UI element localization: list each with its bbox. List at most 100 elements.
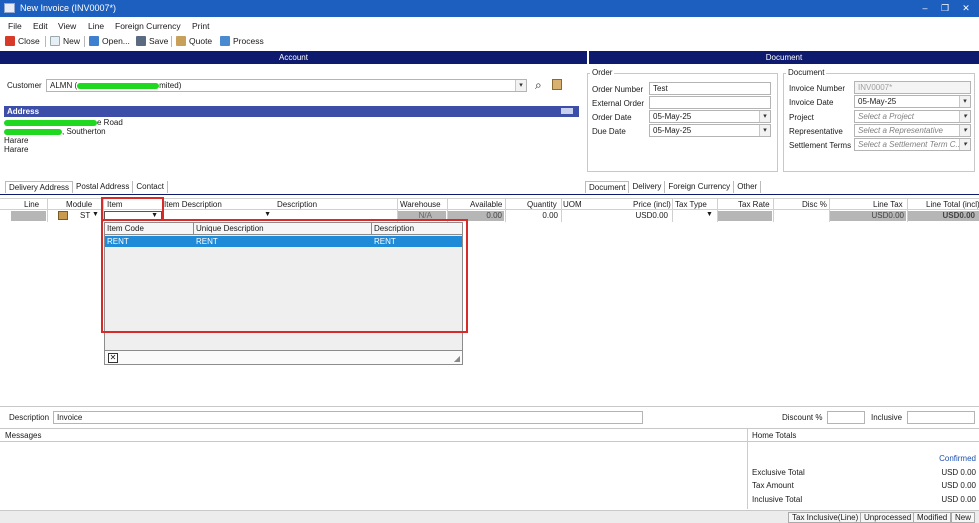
representative-label: Representative: [789, 127, 843, 136]
project-select[interactable]: Select a Project ▾: [854, 110, 971, 123]
col-line-total[interactable]: Line Total (incl): [926, 200, 979, 209]
menu-view[interactable]: View: [58, 21, 76, 31]
chevron-down-icon[interactable]: ▾: [959, 96, 970, 107]
col-uom[interactable]: UOM: [563, 200, 582, 209]
open-button[interactable]: Open...: [89, 36, 130, 46]
chevron-down-icon[interactable]: ▾: [759, 111, 770, 122]
col-tax-rate[interactable]: Tax Rate: [738, 200, 770, 209]
tab-contact[interactable]: Contact: [133, 181, 168, 193]
quote-button[interactable]: Quote: [176, 36, 212, 46]
invoice-date-label: Invoice Date: [789, 98, 834, 107]
chevron-down-icon[interactable]: ▼: [92, 211, 99, 221]
settlement-terms-select[interactable]: Select a Settlement Term C... ▾: [854, 138, 971, 151]
module-icon: [58, 211, 68, 220]
tax-amount-row: Tax Amount USD 0.00: [752, 481, 976, 490]
project-label: Project: [789, 113, 814, 122]
window-title: New Invoice (INV0007*): [20, 3, 117, 13]
menu-file[interactable]: File: [8, 21, 22, 31]
title-bar: New Invoice (INV0007*) – ❐ ✕: [0, 0, 979, 17]
status-tax-inclusive: Tax Inclusive(Line): [788, 512, 863, 523]
representative-select[interactable]: Select a Representative ▾: [854, 124, 971, 137]
col-module[interactable]: Module: [66, 200, 92, 209]
description-field[interactable]: Invoice: [53, 411, 643, 424]
tab-foreign-currency[interactable]: Foreign Currency: [665, 181, 735, 193]
status-unprocessed: Unprocessed: [860, 512, 916, 523]
minimize-button[interactable]: –: [918, 2, 932, 14]
menu-bar: File Edit View Line Foreign Currency Pri…: [0, 18, 979, 34]
chevron-down-icon[interactable]: ▾: [959, 111, 970, 122]
tab-delivery-address[interactable]: Delivery Address: [5, 181, 74, 193]
close-button[interactable]: Close: [5, 36, 40, 46]
col-available[interactable]: Available: [470, 200, 502, 209]
tab-other[interactable]: Other: [734, 181, 762, 193]
highlight-box-item-column: [101, 197, 164, 221]
line-cell[interactable]: [11, 211, 46, 221]
line-tax-cell: USD0.00: [830, 211, 906, 221]
popup-footer: ✕ ◢: [105, 350, 462, 364]
close-icon[interactable]: ✕: [108, 353, 118, 363]
inclusive-field[interactable]: [907, 411, 975, 424]
due-date-field[interactable]: 05-May-25 ▾: [649, 124, 771, 137]
external-order-label: External Order: [592, 99, 645, 108]
order-group-title: Order: [590, 68, 615, 77]
address-menu-icon[interactable]: [561, 108, 573, 114]
chevron-down-icon[interactable]: ▾: [959, 125, 970, 136]
close-window-button[interactable]: ✕: [959, 2, 973, 14]
col-description[interactable]: Description: [277, 200, 317, 209]
module-cell[interactable]: ST: [80, 211, 90, 221]
restore-button[interactable]: ❐: [938, 2, 952, 14]
price-cell[interactable]: USD0.00: [620, 211, 670, 221]
status-bar: Tax Inclusive(Line) Unprocessed Modified…: [0, 510, 979, 523]
chevron-down-icon[interactable]: ▾: [515, 80, 526, 91]
col-quantity[interactable]: Quantity: [527, 200, 557, 209]
open-folder-icon: [89, 36, 99, 46]
menu-foreign-currency[interactable]: Foreign Currency: [115, 21, 181, 31]
col-item-description[interactable]: Item Description: [164, 200, 222, 209]
col-tax-type[interactable]: Tax Type: [675, 200, 707, 209]
chevron-down-icon[interactable]: ▼: [264, 211, 271, 218]
col-line[interactable]: Line: [24, 200, 39, 209]
tab-document[interactable]: Document: [585, 181, 630, 193]
redaction: [77, 82, 160, 89]
menu-print[interactable]: Print: [192, 21, 209, 31]
document-tabs: Document Delivery Foreign Currency Other: [585, 181, 762, 193]
close-icon: [5, 36, 15, 46]
chevron-down-icon[interactable]: ▾: [959, 139, 970, 150]
resize-grip-icon[interactable]: ◢: [454, 354, 460, 363]
highlight-box-item-list: [101, 219, 468, 333]
tab-delivery[interactable]: Delivery: [629, 181, 666, 193]
new-button[interactable]: New: [50, 36, 80, 46]
save-button[interactable]: Save: [136, 36, 168, 46]
chevron-down-icon[interactable]: ▼: [706, 211, 713, 221]
col-warehouse[interactable]: Warehouse: [400, 200, 441, 209]
chevron-down-icon[interactable]: ▾: [759, 125, 770, 136]
menu-edit[interactable]: Edit: [33, 21, 48, 31]
col-price[interactable]: Price (incl): [633, 200, 671, 209]
document-section-header: Document: [589, 51, 979, 64]
save-icon: [136, 36, 146, 46]
invoice-number-label: Invoice Number: [789, 84, 846, 93]
quantity-cell[interactable]: 0.00: [506, 211, 560, 221]
col-line-tax[interactable]: Line Tax: [873, 200, 903, 209]
home-totals-panel: Home Totals Confirmed Exclusive Total USD…: [747, 429, 979, 509]
tab-postal-address[interactable]: Postal Address: [73, 181, 134, 193]
order-number-field[interactable]: Test: [649, 82, 771, 95]
discount-label: Discount %: [782, 413, 823, 422]
invoice-date-field[interactable]: 05-May-25 ▾: [854, 95, 971, 108]
address-header: Address: [4, 106, 579, 117]
status-new: New: [951, 512, 976, 523]
tax-rate-cell: [718, 211, 772, 221]
inclusive-total-row: Inclusive Total USD 0.00: [752, 495, 976, 504]
line-total-cell: USD0.00: [908, 211, 979, 221]
search-icon[interactable]: ⌕: [535, 78, 542, 93]
customer-field[interactable]: ALMN (mited) ▾: [46, 79, 527, 92]
account-section-header: Account: [0, 51, 587, 64]
menu-line[interactable]: Line: [88, 21, 104, 31]
customer-details-icon[interactable]: [552, 79, 562, 90]
external-order-field[interactable]: [649, 96, 771, 109]
discount-field[interactable]: [827, 411, 865, 424]
customer-label: Customer: [7, 81, 42, 90]
process-button[interactable]: Process: [220, 36, 264, 46]
col-disc[interactable]: Disc %: [802, 200, 827, 209]
order-date-field[interactable]: 05-May-25 ▾: [649, 110, 771, 123]
